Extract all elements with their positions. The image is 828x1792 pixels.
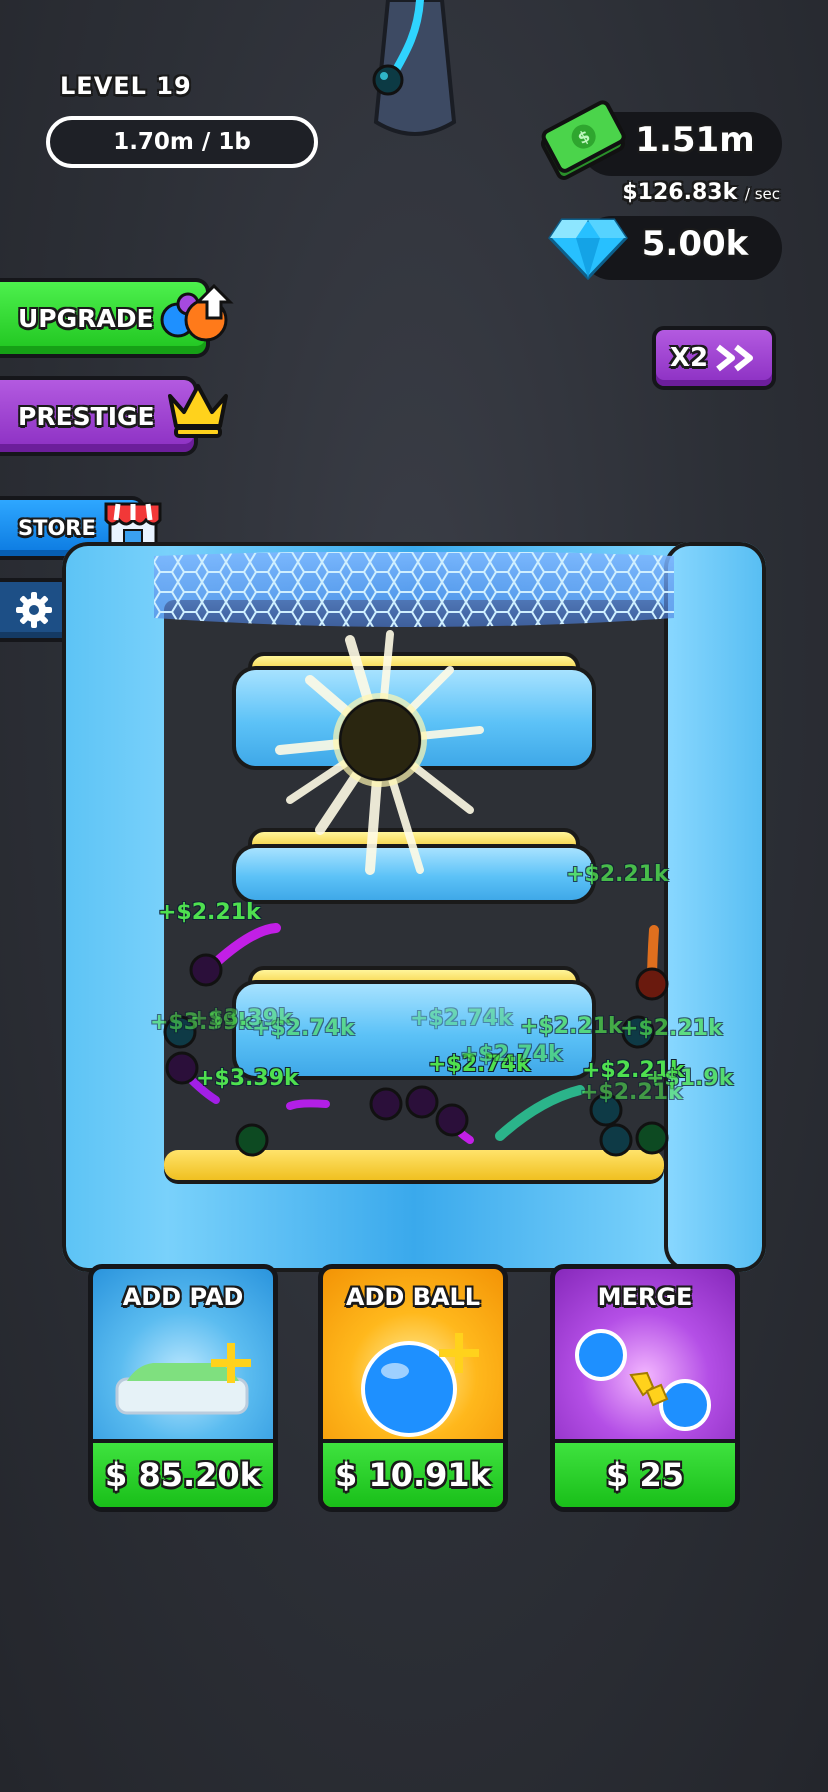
add-pad-title: ADD PAD	[122, 1283, 244, 1311]
add-ball-card[interactable]: ADD BALL $ 10.91k	[318, 1264, 508, 1512]
pad-plus-icon	[115, 1343, 251, 1415]
floating-money-text: +$2.21k	[580, 1080, 683, 1105]
floating-money-text: +$2.21k	[520, 1014, 623, 1039]
crown-icon	[168, 384, 228, 438]
level-progress-text: 1.70m / 1b	[113, 129, 251, 155]
cash-rate-unit: / sec	[744, 185, 780, 203]
gem-icon	[548, 218, 628, 281]
add-ball-price: $ 10.91k	[323, 1439, 503, 1507]
add-pad-price: $ 85.20k	[93, 1439, 273, 1507]
level-progress-bar: 1.70m / 1b	[46, 116, 318, 168]
floating-money-text: +$2.21k	[158, 900, 261, 925]
merge-price: $ 25	[555, 1439, 735, 1507]
merge-title: MERGE	[597, 1283, 693, 1311]
add-ball-title: ADD BALL	[345, 1283, 481, 1311]
hex-net-barrier	[154, 552, 674, 627]
ball-launcher	[372, 0, 457, 136]
floating-money-text: +$2.74k	[460, 1042, 563, 1067]
merge-card[interactable]: MERGE $ 25	[550, 1264, 740, 1512]
burst-effect	[275, 630, 484, 875]
floating-money-text: +$3.39k	[196, 1066, 299, 1091]
level-label: LEVEL 19	[60, 72, 192, 100]
store-button-label: STORE	[18, 516, 96, 540]
floating-money-text: +$2.21k	[620, 1016, 723, 1041]
upgrade-button-label: UPGRADE	[18, 303, 154, 333]
cash-rate: $126.83k / sec	[560, 180, 780, 205]
gem-value: 5.00k	[641, 224, 749, 264]
x2-speed-label: X2	[669, 343, 709, 373]
gear-icon	[16, 592, 52, 628]
prestige-button-label: PRESTIGE	[18, 401, 155, 431]
cash-icon: $	[540, 100, 626, 180]
ball-plus-icon	[361, 1333, 479, 1437]
x2-speed-button[interactable]: X2	[652, 326, 776, 390]
cash-value: 1.51m	[635, 120, 755, 160]
floating-money-text: +$3.39k	[190, 1006, 293, 1031]
upgrade-balls-icon	[160, 284, 234, 342]
floating-money-text: +$2.21k	[566, 862, 669, 887]
fast-forward-icon	[716, 344, 754, 372]
ball	[189, 953, 223, 987]
cash-rate-value: $126.83k	[622, 180, 738, 205]
floating-money-text: +$2.74k	[410, 1006, 513, 1031]
add-pad-card[interactable]: ADD PAD $ 85.20k	[88, 1264, 278, 1512]
merge-balls-icon	[575, 1329, 711, 1431]
